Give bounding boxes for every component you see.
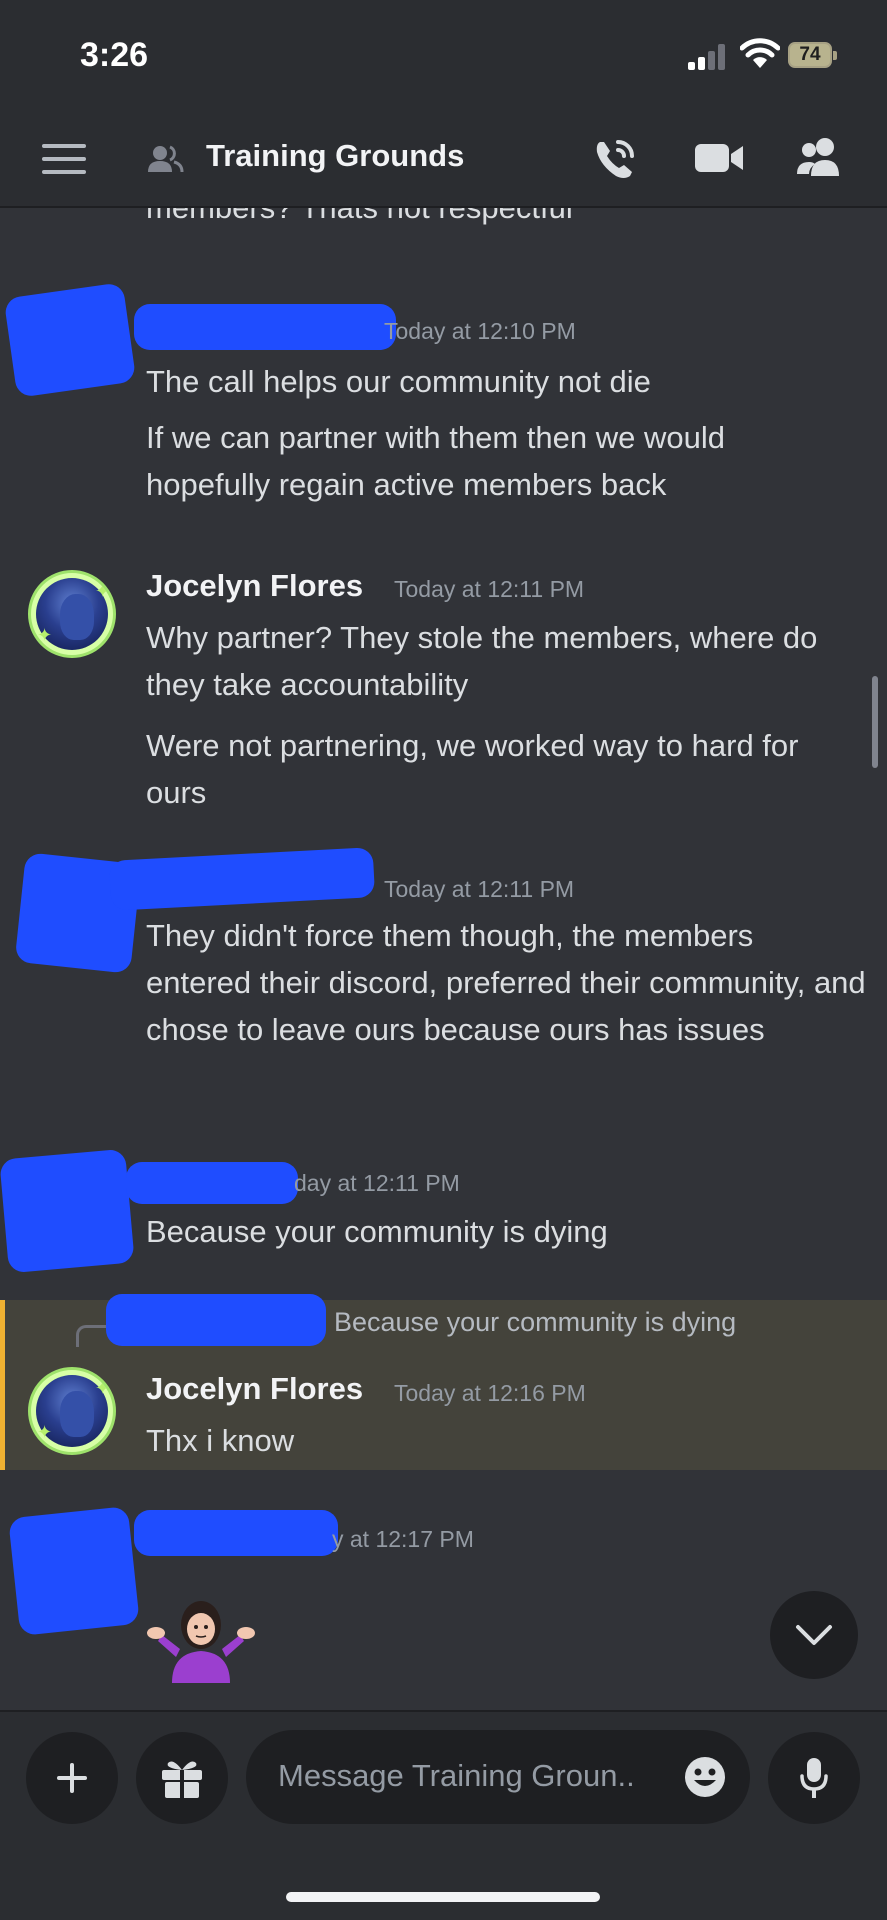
menu-button[interactable]: [40, 136, 88, 182]
message-text: The call helps our community not die: [146, 364, 651, 399]
wifi-icon: [740, 38, 780, 68]
message-text: members? Thats not respectful: [146, 208, 846, 231]
avatar[interactable]: ✦ ✦: [28, 1367, 116, 1455]
avatar[interactable]: ✦ ✦: [28, 570, 116, 658]
phone-call-icon: [596, 140, 634, 178]
status-bar: 3:26 74: [0, 0, 887, 110]
author-name[interactable]: Jocelyn Flores: [146, 1371, 363, 1407]
jump-to-latest-button[interactable]: [770, 1591, 858, 1679]
battery-icon: 74: [788, 42, 837, 68]
members-icon: [797, 138, 839, 176]
redacted-username: [134, 304, 396, 350]
message-timestamp: Today at 12:11 PM: [394, 576, 585, 602]
status-time: 3:26: [80, 36, 149, 74]
redacted-reply-username: [106, 1294, 326, 1346]
gift-button[interactable]: [136, 1732, 228, 1824]
message-timestamp: Today at 12:10 PM: [384, 318, 576, 344]
reply-preview-text[interactable]: Because your community is dying: [334, 1307, 736, 1338]
video-call-button[interactable]: [694, 138, 746, 178]
message-text: Why partner? They stole the members, whe…: [146, 620, 818, 702]
cellular-signal-icon: [688, 44, 728, 70]
message-text: If we can partner with them then we woul…: [146, 420, 725, 502]
message-text: They didn't force them though, the membe…: [146, 918, 866, 1047]
redacted-username: [108, 847, 376, 911]
video-camera-icon: [695, 144, 743, 172]
voice-call-button[interactable]: [590, 134, 640, 184]
redacted-avatar: [0, 1148, 135, 1274]
message-input-placeholder: Message Training Groun..: [278, 1758, 635, 1793]
message-timestamp: Today at 12:16 PM: [394, 1380, 586, 1406]
message-timestamp: y at 12:17 PM: [332, 1526, 474, 1552]
message-list[interactable]: members? Thats not respectful Today at 1…: [0, 208, 887, 1710]
author-name[interactable]: Jocelyn Flores: [146, 568, 363, 604]
message-text: Because your community is dying: [146, 1214, 608, 1249]
battery-level: 74: [799, 44, 821, 65]
channel-header: Training Grounds: [0, 110, 887, 208]
message-timestamp: Today at 12:11 PM: [384, 876, 575, 902]
redacted-username: [134, 1510, 338, 1556]
plus-icon: [57, 1763, 87, 1793]
message-text: Thx i know: [146, 1423, 295, 1458]
message-text: Were not partnering, we worked way to ha…: [146, 728, 799, 810]
group-dm-icon: [148, 145, 184, 173]
message-composer: Message Training Groun..: [0, 1710, 887, 1920]
channel-title: Training Grounds: [206, 138, 465, 173]
person-shrugging-emoji: [147, 1601, 255, 1683]
attach-button[interactable]: [26, 1732, 118, 1824]
redacted-avatar: [3, 282, 137, 398]
gift-icon: [162, 1761, 202, 1798]
microphone-icon: [800, 1758, 828, 1798]
scrollbar-thumb[interactable]: [872, 676, 878, 768]
voice-message-button[interactable]: [768, 1732, 860, 1824]
chevron-down-icon: [796, 1625, 832, 1645]
emoji-picker-icon[interactable]: [684, 1756, 726, 1798]
message-timestamp: day at 12:11 PM: [294, 1170, 460, 1196]
members-button[interactable]: [794, 134, 846, 180]
home-indicator[interactable]: [286, 1892, 600, 1902]
hamburger-icon: [42, 144, 86, 174]
redacted-username: [126, 1162, 298, 1204]
message-input[interactable]: Message Training Groun..: [246, 1730, 750, 1824]
redacted-avatar: [8, 1506, 140, 1636]
